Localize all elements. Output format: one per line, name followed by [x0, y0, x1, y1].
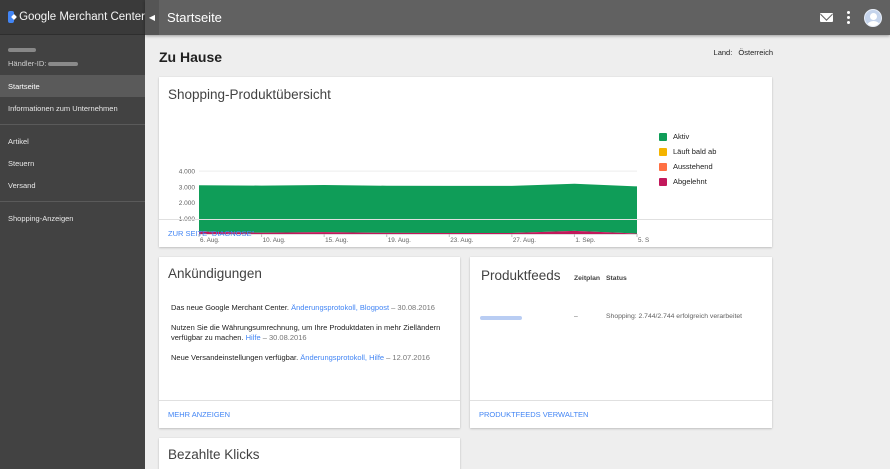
collapse-sidebar-button[interactable]: ◀: [145, 0, 159, 35]
card-footer: ZUR SEITE "DIAGNOSE": [159, 219, 772, 247]
announcement-date: – 30.08.2016: [262, 333, 307, 342]
y-tick-label: 4.000: [179, 169, 196, 176]
feed-schedule: –: [574, 313, 578, 320]
sidebar-item-label: Versand: [8, 180, 36, 190]
mail-icon[interactable]: [820, 13, 833, 22]
card-title: Produktfeeds: [481, 268, 561, 283]
legend-item: Läuft bald ab: [659, 144, 716, 159]
account-info: Händler-ID:: [0, 35, 145, 75]
app-title: Google Merchant Center: [19, 11, 145, 23]
sidebar: Google Merchant Center Händler-ID: Start…: [0, 0, 145, 469]
announcements-card: Ankündigungen Das neue Google Merchant C…: [159, 257, 460, 428]
legend-item: Abgelehnt: [659, 174, 716, 189]
sidebar-item-label: Steuern: [8, 158, 35, 168]
more-announcements-link[interactable]: MEHR ANZEIGEN: [168, 410, 230, 419]
feed-status: Shopping: 2.744/2.744 erfolgreich verarb…: [606, 313, 743, 320]
feed-name-redacted[interactable]: [480, 316, 522, 320]
sidebar-item-shopping-anzeigen[interactable]: Shopping-Anzeigen: [0, 207, 145, 229]
sidebar-item-label: Informationen zum Unternehmen: [8, 103, 118, 113]
card-footer: MEHR ANZEIGEN: [159, 400, 460, 428]
manage-feeds-link[interactable]: PRODUKTFEEDS VERWALTEN: [479, 410, 588, 419]
sidebar-item-steuern[interactable]: Steuern: [0, 152, 145, 174]
card-footer: PRODUKTFEEDS VERWALTEN: [470, 400, 772, 428]
card-title: Shopping-Produktübersicht: [168, 87, 331, 102]
legend-swatch: [659, 162, 667, 171]
sidebar-item-label: Artikel: [8, 136, 29, 146]
announcement-date: – 12.07.2016: [386, 353, 430, 362]
account-name-redacted: [8, 48, 36, 52]
list-item: Neue Versandeinstellungen verfügbar. Änd…: [171, 353, 441, 363]
merchant-id-redacted: [48, 61, 79, 66]
merchant-id-label: Händler-ID:: [8, 59, 47, 68]
sidebar-item-unternehmen[interactable]: Informationen zum Unternehmen: [0, 97, 145, 119]
sidebar-item-label: Startseite: [8, 81, 40, 91]
announcement-text: Neue Versandeinstellungen verfügbar.: [171, 353, 299, 362]
page-title: Zu Hause: [159, 49, 223, 65]
brand-header[interactable]: Google Merchant Center: [0, 0, 145, 35]
topbar-title: Startseite: [167, 10, 222, 25]
shopping-overview-card: Shopping-Produktübersicht 4.000 3.000 2.00…: [159, 77, 772, 247]
column-header-status: Status: [606, 275, 627, 282]
legend-label: Läuft bald ab: [673, 147, 717, 156]
sidebar-item-artikel[interactable]: Artikel: [0, 130, 145, 152]
diagnose-link[interactable]: ZUR SEITE "DIAGNOSE": [168, 229, 254, 238]
list-item: Das neue Google Merchant Center. Änderun…: [171, 303, 441, 313]
y-tick-label: 2.000: [179, 200, 196, 207]
avatar[interactable]: [864, 8, 882, 27]
card-title: Bezahlte Klicks: [168, 447, 260, 462]
main-content: Zu Hause Land: Österreich Shopping-Produ…: [145, 35, 890, 469]
legend-swatch: [659, 132, 667, 141]
announcement-links[interactable]: Änderungsprotokoll, Hilfe: [300, 353, 384, 362]
list-item: Nutzen Sie die Währungsumrechnung, um Ih…: [171, 323, 441, 343]
product-feeds-card: Produktfeeds Zeitplan Status – Shopping:…: [470, 257, 772, 428]
merchant-center-logo-icon: [8, 11, 15, 23]
legend-label: Abgelehnt: [673, 177, 707, 186]
card-title: Ankündigungen: [168, 266, 262, 281]
top-app-bar: ◀ Startseite: [145, 0, 890, 35]
legend-item: Ausstehend: [659, 159, 716, 174]
announcement-text: Das neue Google Merchant Center.: [171, 303, 289, 312]
announcement-links[interactable]: Änderungsprotokoll, Blogpost: [291, 303, 389, 312]
announcement-list: Das neue Google Merchant Center. Änderun…: [171, 303, 441, 373]
more-vert-icon[interactable]: [847, 11, 850, 24]
chevron-left-icon: ◀: [148, 13, 156, 22]
column-header-schedule: Zeitplan: [574, 275, 601, 282]
table-row[interactable]: – Shopping: 2.744/2.744 erfolgreich vera…: [480, 313, 765, 325]
sidebar-divider: [0, 201, 145, 202]
country-value: Österreich: [738, 48, 773, 57]
chart-legend: Aktiv Läuft bald ab Ausstehend Abgelehnt: [659, 129, 716, 189]
country-indicator: Land: Österreich: [714, 48, 773, 57]
announcement-date: – 30.08.2016: [391, 303, 435, 312]
legend-swatch: [659, 147, 667, 156]
sidebar-item-label: Shopping-Anzeigen: [8, 213, 74, 223]
sidebar-divider: [0, 124, 145, 125]
sidebar-item-versand[interactable]: Versand: [0, 174, 145, 196]
legend-swatch: [659, 177, 667, 186]
sidebar-item-startseite[interactable]: Startseite: [0, 75, 145, 97]
legend-label: Aktiv: [673, 132, 690, 141]
country-label: Land:: [713, 48, 733, 57]
topbar-actions: [820, 0, 882, 35]
merchant-id-row: Händler-ID:: [8, 59, 137, 68]
legend-item: Aktiv: [659, 129, 716, 144]
y-tick-label: 3.000: [179, 184, 196, 191]
paid-clicks-card: Bezahlte Klicks: [159, 438, 460, 469]
legend-label: Ausstehend: [673, 162, 713, 171]
announcement-links[interactable]: Hilfe: [246, 333, 261, 342]
